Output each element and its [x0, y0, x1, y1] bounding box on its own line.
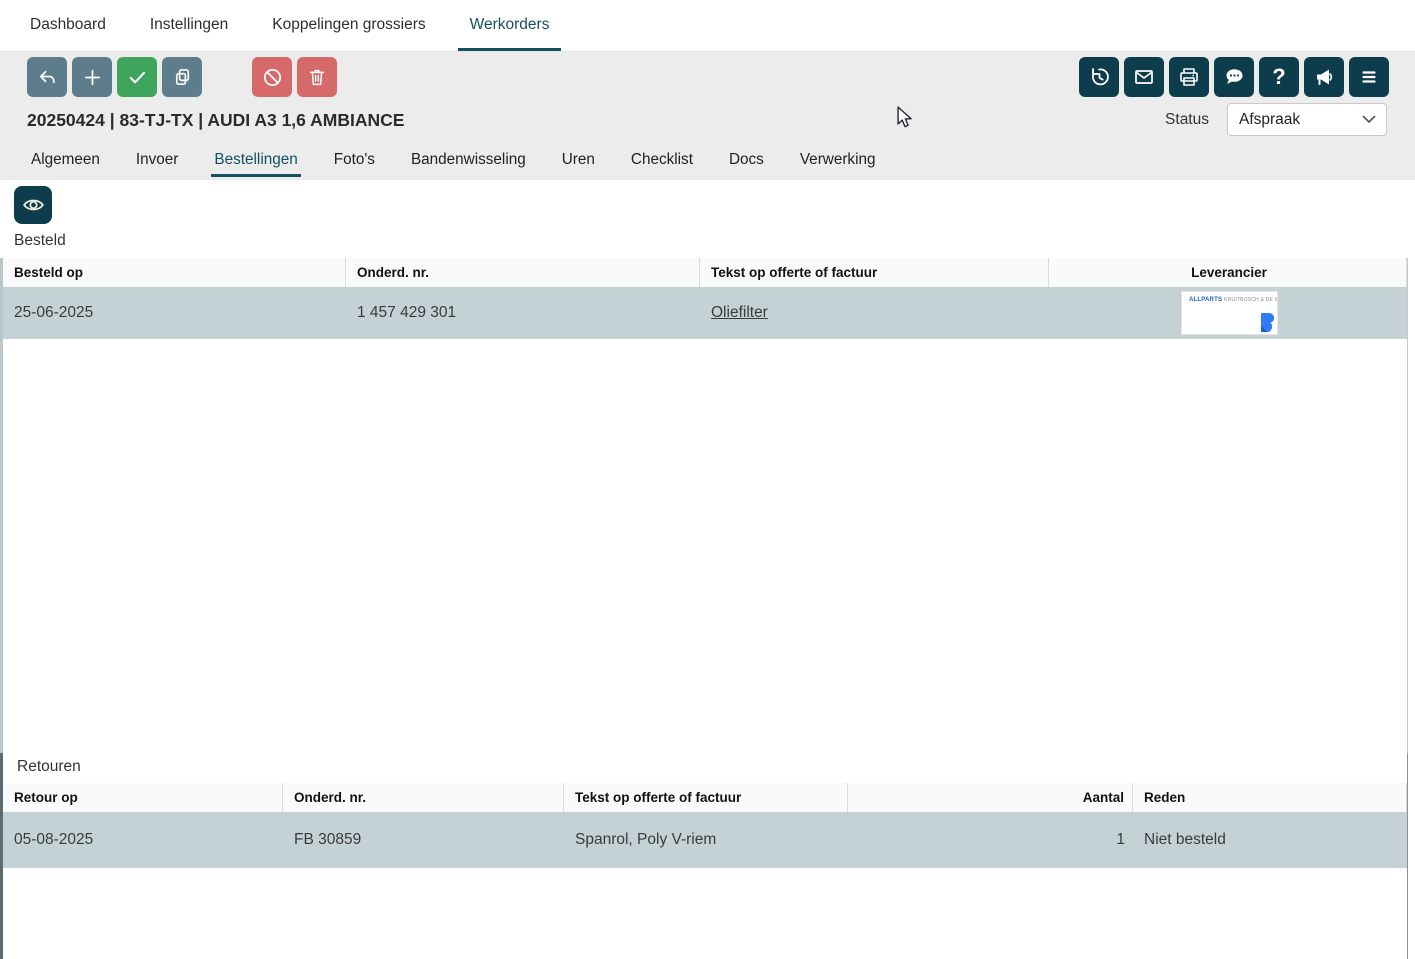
cell-tekst: Oliefilter — [700, 304, 1049, 322]
toolbar-right: ? — [1079, 57, 1389, 97]
supplier-logo[interactable]: ALLPARTS KRUITBOSCH & DE WEERD — [1181, 291, 1278, 335]
column-header-tekst[interactable]: Tekst op offerte of factuur — [700, 258, 1049, 287]
chat-icon — [1222, 65, 1246, 89]
nav-item-instellingen[interactable]: Instellingen — [138, 0, 240, 51]
page-title: 20250424 | 83-TJ-TX | AUDI A3 1,6 AMBIAN… — [27, 110, 404, 131]
cell-onderd-nr: 1 457 429 301 — [346, 304, 700, 322]
view-button[interactable] — [14, 186, 52, 224]
toolbar-left — [27, 57, 202, 97]
menu-button[interactable] — [1349, 57, 1389, 97]
cell-retour-op: 05-08-2025 — [3, 831, 283, 849]
retouren-table-empty-area — [3, 868, 1407, 959]
status-value: Afspraak — [1239, 111, 1300, 129]
cell-tekst: Spanrol, Poly V-riem — [564, 831, 848, 849]
tab-algemeen[interactable]: Algemeen — [28, 146, 103, 177]
cell-aantal: 1 — [848, 831, 1133, 849]
header-zone: ? 20250424 | 83-TJ-TX | AUDI A3 1,6 AMBI… — [0, 52, 1415, 180]
werkorder-tabs: Algemeen Invoer Bestellingen Foto's Band… — [28, 146, 879, 177]
megaphone-icon — [1312, 65, 1336, 89]
column-header-aantal[interactable]: Aantal — [848, 783, 1133, 812]
nav-item-werkorders[interactable]: Werkorders — [458, 0, 562, 51]
tab-checklist[interactable]: Checklist — [628, 146, 696, 177]
tab-fotos[interactable]: Foto's — [331, 146, 378, 177]
besteld-table-header: Besteld op Onderd. nr. Tekst op offerte … — [3, 258, 1407, 287]
tab-uren[interactable]: Uren — [559, 146, 598, 177]
supplier-subtitle: KRUITBOSCH & DE WEERD — [1224, 297, 1278, 303]
column-header-leverancier[interactable]: Leverancier — [1049, 258, 1407, 287]
column-header-reden[interactable]: Reden — [1133, 783, 1407, 812]
plus-icon — [81, 66, 104, 89]
app-window: Dashboard Instellingen Koppelingen gross… — [0, 0, 1415, 959]
history-button[interactable] — [1079, 57, 1119, 97]
copy-icon — [171, 66, 194, 89]
print-button[interactable] — [1169, 57, 1209, 97]
besteld-table-row[interactable]: 25-06-2025 1 457 429 301 Oliefilter ALLP… — [3, 287, 1407, 339]
undo-icon — [36, 66, 59, 89]
chat-button[interactable] — [1214, 57, 1254, 97]
oliefilter-link[interactable]: Oliefilter — [711, 304, 768, 321]
besteld-table: Besteld op Onderd. nr. Tekst op offerte … — [0, 258, 1408, 753]
trash-icon — [306, 66, 328, 88]
tab-bandenwisseling[interactable]: Bandenwisseling — [408, 146, 529, 177]
delete-button[interactable] — [297, 57, 337, 97]
question-icon: ? — [1272, 64, 1285, 90]
column-header-tekst[interactable]: Tekst op offerte of factuur — [564, 783, 848, 812]
copy-button[interactable] — [162, 57, 202, 97]
tab-bestellingen[interactable]: Bestellingen — [211, 146, 300, 177]
main-nav: Dashboard Instellingen Koppelingen gross… — [0, 0, 1415, 52]
cancel-button[interactable] — [252, 57, 292, 97]
retouren-section-label: Retouren — [17, 758, 81, 775]
retouren-table-header: Retour op Onderd. nr. Tekst op offerte o… — [3, 783, 1407, 812]
column-header-onderd-nr[interactable]: Onderd. nr. — [283, 783, 564, 812]
tab-invoer[interactable]: Invoer — [133, 146, 182, 177]
add-button[interactable] — [72, 57, 112, 97]
confirm-button[interactable] — [117, 57, 157, 97]
email-button[interactable] — [1124, 57, 1164, 97]
check-icon — [126, 66, 149, 89]
cell-reden: Niet besteld — [1133, 831, 1407, 849]
hamburger-icon — [1357, 65, 1381, 89]
status-group: Status Afspraak — [1165, 103, 1387, 136]
eye-icon — [21, 193, 46, 218]
nav-item-koppelingen-grossiers[interactable]: Koppelingen grossiers — [260, 0, 437, 51]
printer-icon — [1177, 65, 1201, 89]
status-label: Status — [1165, 111, 1209, 129]
toolbar-danger — [252, 57, 337, 97]
help-button[interactable]: ? — [1259, 57, 1299, 97]
mail-icon — [1132, 65, 1156, 89]
cell-besteld-op: 25-06-2025 — [3, 304, 346, 322]
history-icon — [1087, 65, 1111, 89]
status-select[interactable]: Afspraak — [1227, 103, 1387, 136]
tab-docs[interactable]: Docs — [726, 146, 767, 177]
chevron-down-icon — [1362, 115, 1376, 124]
retouren-table-row[interactable]: 05-08-2025 FB 30859 Spanrol, Poly V-riem… — [3, 812, 1407, 868]
column-header-retour-op[interactable]: Retour op — [3, 783, 283, 812]
column-header-onderd-nr[interactable]: Onderd. nr. — [346, 258, 700, 287]
tab-verwerking[interactable]: Verwerking — [797, 146, 879, 177]
nav-item-dashboard[interactable]: Dashboard — [18, 0, 118, 51]
undo-button[interactable] — [27, 57, 67, 97]
besteld-section-label: Besteld — [14, 232, 66, 250]
besteld-table-empty-area — [3, 339, 1407, 753]
supplier-logo-text: ALLPARTS KRUITBOSCH & DE WEERD — [1182, 292, 1277, 303]
cell-leverancier: ALLPARTS KRUITBOSCH & DE WEERD — [1049, 291, 1407, 335]
column-header-besteld-op[interactable]: Besteld op — [3, 258, 346, 287]
announcements-button[interactable] — [1304, 57, 1344, 97]
cell-onderd-nr: FB 30859 — [283, 831, 564, 849]
retouren-panel: Retouren Retour op Onderd. nr. Tekst op … — [0, 753, 1408, 959]
supplier-b-mark-icon — [1260, 313, 1275, 332]
bestellingen-content: Besteld Besteld op Onderd. nr. Tekst op … — [0, 180, 1415, 959]
cancel-icon — [261, 66, 284, 89]
supplier-brand: ALLPARTS — [1189, 297, 1222, 303]
